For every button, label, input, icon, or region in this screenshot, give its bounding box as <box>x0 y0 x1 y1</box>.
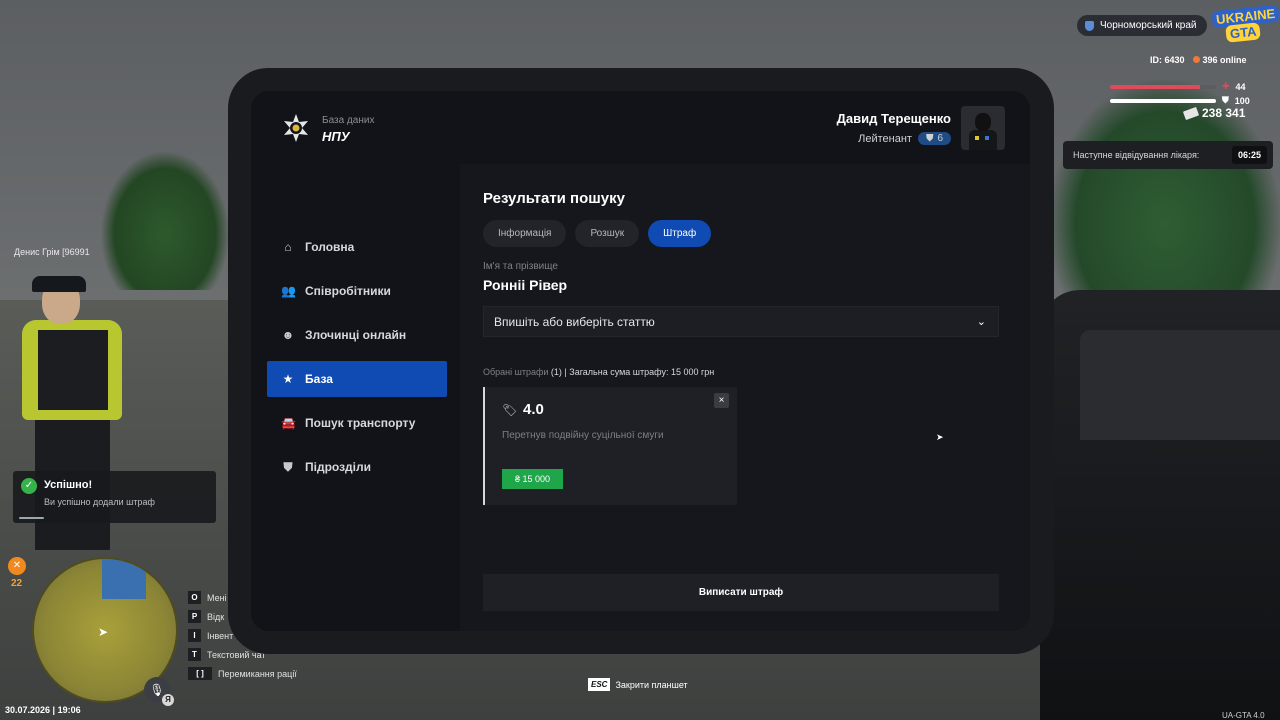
issue-fine-button[interactable]: Виписати штраф <box>483 574 999 611</box>
player-id-line: ID: 6430 396 online <box>1150 55 1247 65</box>
badge-icon: ⛊ <box>925 133 934 144</box>
car-icon: 🚘 <box>281 416 296 430</box>
logo-subtitle: База даних <box>322 115 375 126</box>
health-row: ✚ 44 <box>1110 81 1246 92</box>
mic-badge: Я <box>162 694 174 706</box>
fine-card: × 🏷 4.0 Перетнув подвійну суцільної смуг… <box>483 387 737 505</box>
sidebar-nav: ⌂ Головна 👥 Співробітники ☻ Злочинці онл… <box>267 229 447 493</box>
version-label: UA-GTA 4.0 <box>1222 711 1265 720</box>
tag-icon: 🏷 <box>502 403 518 417</box>
datetime: 30.07.2026 | 19:06 <box>5 705 81 715</box>
article-select-placeholder: Впишіть або виберіть статтю <box>494 314 655 329</box>
hunger-value: 22 <box>11 578 23 589</box>
armor-value: 100 <box>1234 95 1250 106</box>
toast-text: Ви успішно додали штраф <box>44 497 155 507</box>
player-arrow-icon: ➤ <box>98 625 109 639</box>
article-select[interactable]: Впишіть або виберіть статтю ⌄ <box>483 306 999 337</box>
toast-progress <box>19 517 44 519</box>
mouse-cursor-icon: ➤ <box>936 432 944 442</box>
armor-icon: ⛊ <box>1222 95 1229 105</box>
fine-summary: Обрані штрафи (1) | Загальна сума штрафу… <box>483 367 715 377</box>
sidebar: База даних НПУ ⌂ Головна 👥 Співробітники… <box>251 91 460 631</box>
money-icon <box>1182 106 1200 120</box>
esc-key: ESC <box>588 678 611 691</box>
doctor-timer: Наступне відвідування лікаря: 06:25 <box>1063 141 1273 169</box>
region-name: Чорноморський край <box>1100 20 1197 31</box>
rank-badge: ⛊ 6 <box>917 132 951 145</box>
user-rank: Лейтенант <box>858 132 912 145</box>
trees-left <box>100 150 230 290</box>
police-tablet: База даних НПУ ⌂ Головна 👥 Співробітники… <box>228 68 1054 654</box>
user-info: Давид Терещенко Лейтенант ⛊ 6 <box>837 111 951 145</box>
chevron-down-icon: ⌄ <box>976 316 986 328</box>
fine-description: Перетнув подвійну суцільної смуги <box>502 430 664 441</box>
player-id: ID: 6430 <box>1150 55 1185 65</box>
key-hint: [ ] Перемикання рації <box>188 664 297 683</box>
person-name: Ронніі Рівер <box>483 277 568 293</box>
server-logo: UKRAINE GTA <box>1211 4 1280 43</box>
home-icon: ⌂ <box>284 240 292 254</box>
car-window <box>1080 330 1280 440</box>
armor-bar <box>1110 98 1216 103</box>
toast-title: Успішно! <box>44 479 93 491</box>
sidebar-item-home[interactable]: ⌂ Головна <box>267 229 447 265</box>
hunger-icon: ✕ <box>8 557 26 575</box>
health-bar <box>1110 84 1201 89</box>
logo-title: НПУ <box>322 129 350 144</box>
page-title: Результати пошуку <box>483 190 625 207</box>
search-results-panel: Результати пошуку Інформація Розшук Штра… <box>460 164 1030 631</box>
tab-information[interactable]: Інформація <box>483 220 567 247</box>
online-dot-icon <box>1192 56 1200 63</box>
fine-amount: ₴ 15 000 <box>502 469 563 489</box>
tab-fine[interactable]: Штраф <box>648 220 712 247</box>
armor-row: ⛊ 100 <box>1110 95 1250 106</box>
sidebar-item-criminals-online[interactable]: ☻ Злочинці онлайн <box>267 317 447 353</box>
tablet-screen: База даних НПУ ⌂ Головна 👥 Співробітники… <box>251 91 1030 631</box>
minimap-water <box>102 559 146 599</box>
close-tablet-hint: ESC Закрити планшет <box>588 678 688 691</box>
tabs: Інформація Розшук Штраф <box>483 220 712 247</box>
criminal-icon: ☻ <box>281 328 295 342</box>
fine-article-code: 4.0 <box>523 401 544 418</box>
sidebar-item-database[interactable]: ★ База <box>267 361 447 397</box>
users-icon: 👥 <box>281 284 296 298</box>
user-name: Давид Терещенко <box>836 111 951 126</box>
check-icon: ✓ <box>21 478 37 494</box>
success-toast: ✓ Успішно! Ви успішно додали штраф <box>13 471 216 523</box>
heart-icon: ✚ <box>1222 81 1230 91</box>
avatar <box>961 106 1005 150</box>
user-header: Давид Терещенко Лейтенант ⛊ 6 <box>837 106 1005 150</box>
sidebar-item-units[interactable]: ⛊ Підрозділи <box>267 449 447 485</box>
online-count: 396 online <box>1192 55 1247 65</box>
health-value: 44 <box>1235 81 1246 92</box>
star-icon: ★ <box>282 372 294 386</box>
trees-right <box>1050 80 1280 320</box>
name-label: Ім'я та прізвище <box>483 261 558 272</box>
remove-fine-button[interactable]: × <box>714 393 729 408</box>
shield-icon: ⛊ <box>283 460 293 474</box>
tab-wanted[interactable]: Розшук <box>575 220 640 247</box>
money-display: 238 341 <box>1182 106 1245 120</box>
user-rank-row: Лейтенант ⛊ 6 <box>837 132 951 145</box>
region-indicator: Чорноморський край <box>1077 15 1207 36</box>
sidebar-item-vehicle-search[interactable]: 🚘 Пошук транспорту <box>267 405 447 441</box>
police-star-icon <box>284 114 308 142</box>
shield-icon <box>1085 20 1094 31</box>
sidebar-item-employees[interactable]: 👥 Співробітники <box>267 273 447 309</box>
player-name-tag: Денис Грім [96991 <box>14 247 90 257</box>
